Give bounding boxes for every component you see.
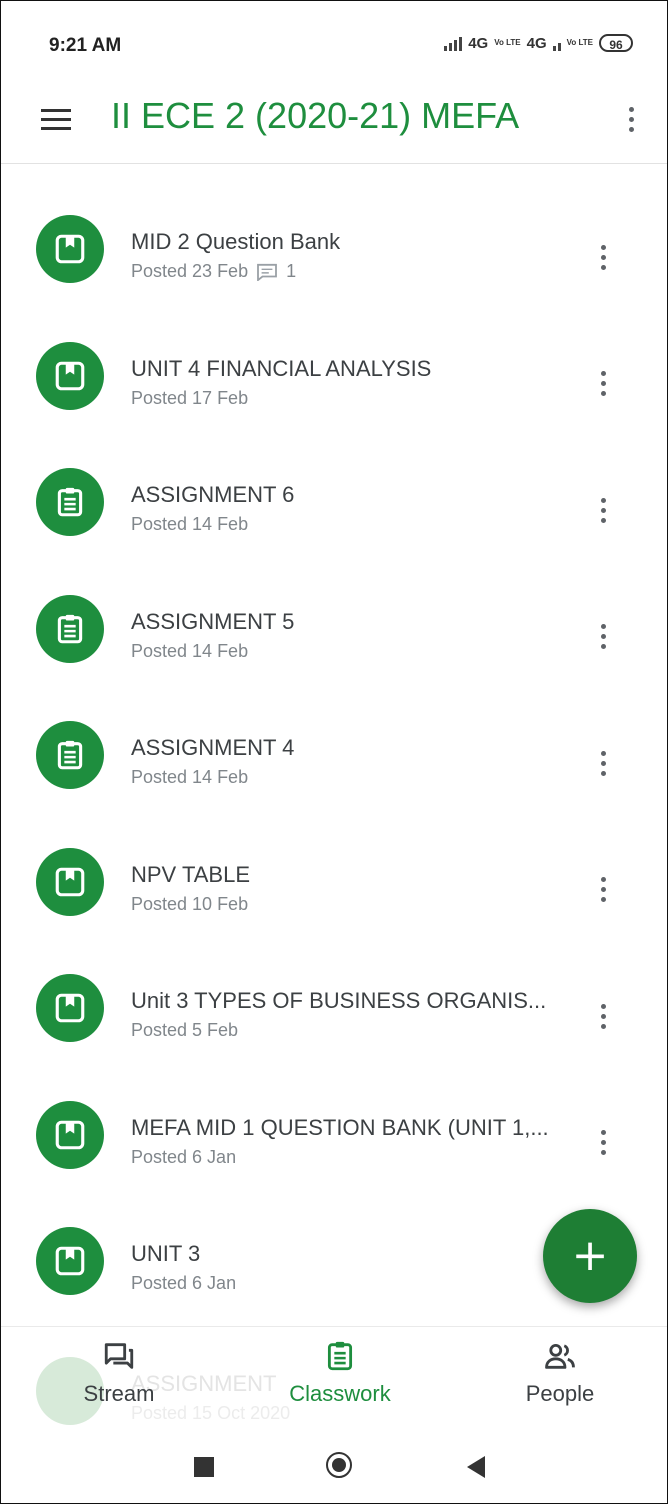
assignment-icon [36, 594, 104, 663]
class-title: II ECE 2 (2020-21) MEFA [111, 95, 520, 136]
people-icon [545, 1343, 575, 1369]
volte-label-2: Vo LTE [566, 38, 593, 47]
hamburger-menu-icon[interactable] [39, 105, 73, 135]
create-fab-button[interactable]: + [543, 1209, 637, 1303]
material-icon [36, 974, 104, 1042]
more-vert-icon[interactable] [591, 366, 615, 402]
item-posted-date: Posted 5 Feb [131, 1020, 238, 1041]
recents-icon[interactable] [194, 1457, 214, 1477]
assignment-icon [36, 721, 104, 789]
classwork-list: MID 2 Question Bank Posted 23 Feb 1 UNIT 4 … [1, 179, 667, 1318]
app-bar: II ECE 2 (2020-21) MEFA [1, 81, 667, 164]
item-posted-label: Posted 14 Feb [131, 640, 249, 661]
classwork-item[interactable]: ASSIGNMENT 4 Posted 14 Feb [1, 685, 667, 812]
bottom-navigation: ASSIGNMENT Posted 15 Oct 2020 Stream Cla… [1, 1326, 667, 1427]
add-icon: + [571, 1230, 609, 1281]
more-vert-icon[interactable] [591, 745, 615, 781]
item-posted-label: Posted 5 Feb [131, 1020, 239, 1040]
nav-people-label: People [525, 1381, 595, 1406]
item-title: MEFA MID 1 QUESTION BANK (UNIT 1,... [131, 1114, 549, 1140]
item-posted-label: Posted 6 Jan [131, 1146, 237, 1167]
item-title: ASSIGNMENT 4 [131, 735, 295, 760]
more-vert-icon[interactable] [591, 1125, 615, 1161]
stream-icon [104, 1343, 134, 1369]
classwork-item[interactable]: MEFA MID 1 QUESTION BANK (UNIT 1,... Post… [1, 1065, 667, 1192]
item-posted-date: Posted 17 Feb [131, 388, 248, 409]
classwork-item[interactable]: MID 2 Question Bank Posted 23 Feb 1 [1, 179, 667, 306]
item-posted-label: Posted 14 Feb [131, 514, 249, 534]
classwork-item[interactable]: ASSIGNMENT 5 Posted 14 Feb [1, 559, 667, 686]
item-posted-label: Posted 23 Feb [131, 261, 249, 281]
network-label-1: 4G [468, 34, 489, 52]
signal-icon [444, 35, 463, 51]
more-vert-icon[interactable] [591, 872, 615, 908]
material-icon [36, 215, 104, 283]
classwork-item[interactable]: ASSIGNMENT 6 Posted 14 Feb [1, 432, 667, 559]
item-posted-date: Posted 14 Feb [131, 641, 248, 662]
item-posted-date: Posted 14 Feb [131, 514, 248, 535]
material-icon [36, 847, 104, 916]
item-title: NPV TABLE [131, 861, 251, 887]
nav-stream[interactable]: Stream [29, 1339, 209, 1419]
home-icon[interactable] [326, 1452, 352, 1478]
nav-stream-label: Stream [83, 1381, 155, 1406]
classwork-item[interactable]: Unit 3 TYPES OF BUSINESS ORGANIS... Poste… [1, 938, 667, 1065]
network-label-2: 4G [526, 34, 547, 52]
back-icon[interactable] [467, 1456, 485, 1478]
item-title: Unit 3 TYPES OF BUSINESS ORGANIS... [131, 988, 547, 1013]
item-posted-date: Posted 10 Feb [131, 894, 248, 915]
item-posted-date: Posted 6 Jan [131, 1147, 236, 1168]
item-title: ASSIGNMENT 6 [131, 482, 295, 507]
item-posted-date: Posted 14 Feb [131, 767, 248, 788]
more-vert-icon[interactable] [591, 492, 615, 528]
nav-classwork-label: Classwork [289, 1381, 391, 1406]
item-posted-label: Posted 6 Jan [131, 1273, 237, 1293]
item-posted-label: Posted 14 Feb [131, 767, 249, 787]
nav-classwork[interactable]: Classwork [250, 1339, 430, 1419]
volte-label-1: Vo LTE [494, 38, 521, 47]
classwork-item[interactable]: UNIT 4 FINANCIAL ANALYSIS Posted 17 Feb [1, 306, 667, 433]
item-posted-date: Posted 23 Feb 1 [131, 261, 296, 282]
nav-people[interactable]: People [470, 1339, 650, 1419]
more-vert-icon[interactable] [591, 998, 615, 1034]
classwork-icon [327, 1341, 353, 1371]
classwork-item[interactable]: NPV TABLE Posted 10 Feb [1, 812, 667, 939]
material-icon [36, 341, 104, 410]
item-posted-label: Posted 17 Feb [131, 387, 249, 408]
more-vert-icon[interactable] [591, 619, 615, 655]
item-title: UNIT 3 [131, 1241, 201, 1266]
material-icon [36, 1227, 104, 1295]
status-icons: 4G Vo LTE 4G Vo LTE 96 [444, 34, 633, 52]
item-title: UNIT 4 FINANCIAL ANALYSIS [131, 355, 432, 381]
item-title: MID 2 Question Bank [131, 229, 341, 254]
more-vert-icon[interactable] [619, 99, 643, 139]
battery-icon: 96 [599, 34, 633, 52]
more-vert-icon[interactable] [591, 239, 615, 275]
signal-icon-2 [552, 35, 561, 51]
status-bar: 9:21 AM 4G Vo LTE 4G Vo LTE 96 [1, 1, 667, 81]
system-navigation-bar [1, 1426, 667, 1503]
item-posted-label: Posted 10 Feb [131, 893, 249, 914]
phone-screen: 9:21 AM 4G Vo LTE 4G Vo LTE 96 II ECE 2 … [0, 0, 668, 1504]
comment-icon [257, 263, 277, 281]
comment-count: 1 [286, 261, 297, 281]
item-title: ASSIGNMENT 5 [131, 608, 295, 634]
item-posted-date: Posted 6 Jan [131, 1273, 236, 1294]
assignment-icon [36, 468, 104, 536]
material-icon [36, 1100, 104, 1169]
status-time: 9:21 AM [49, 35, 122, 56]
